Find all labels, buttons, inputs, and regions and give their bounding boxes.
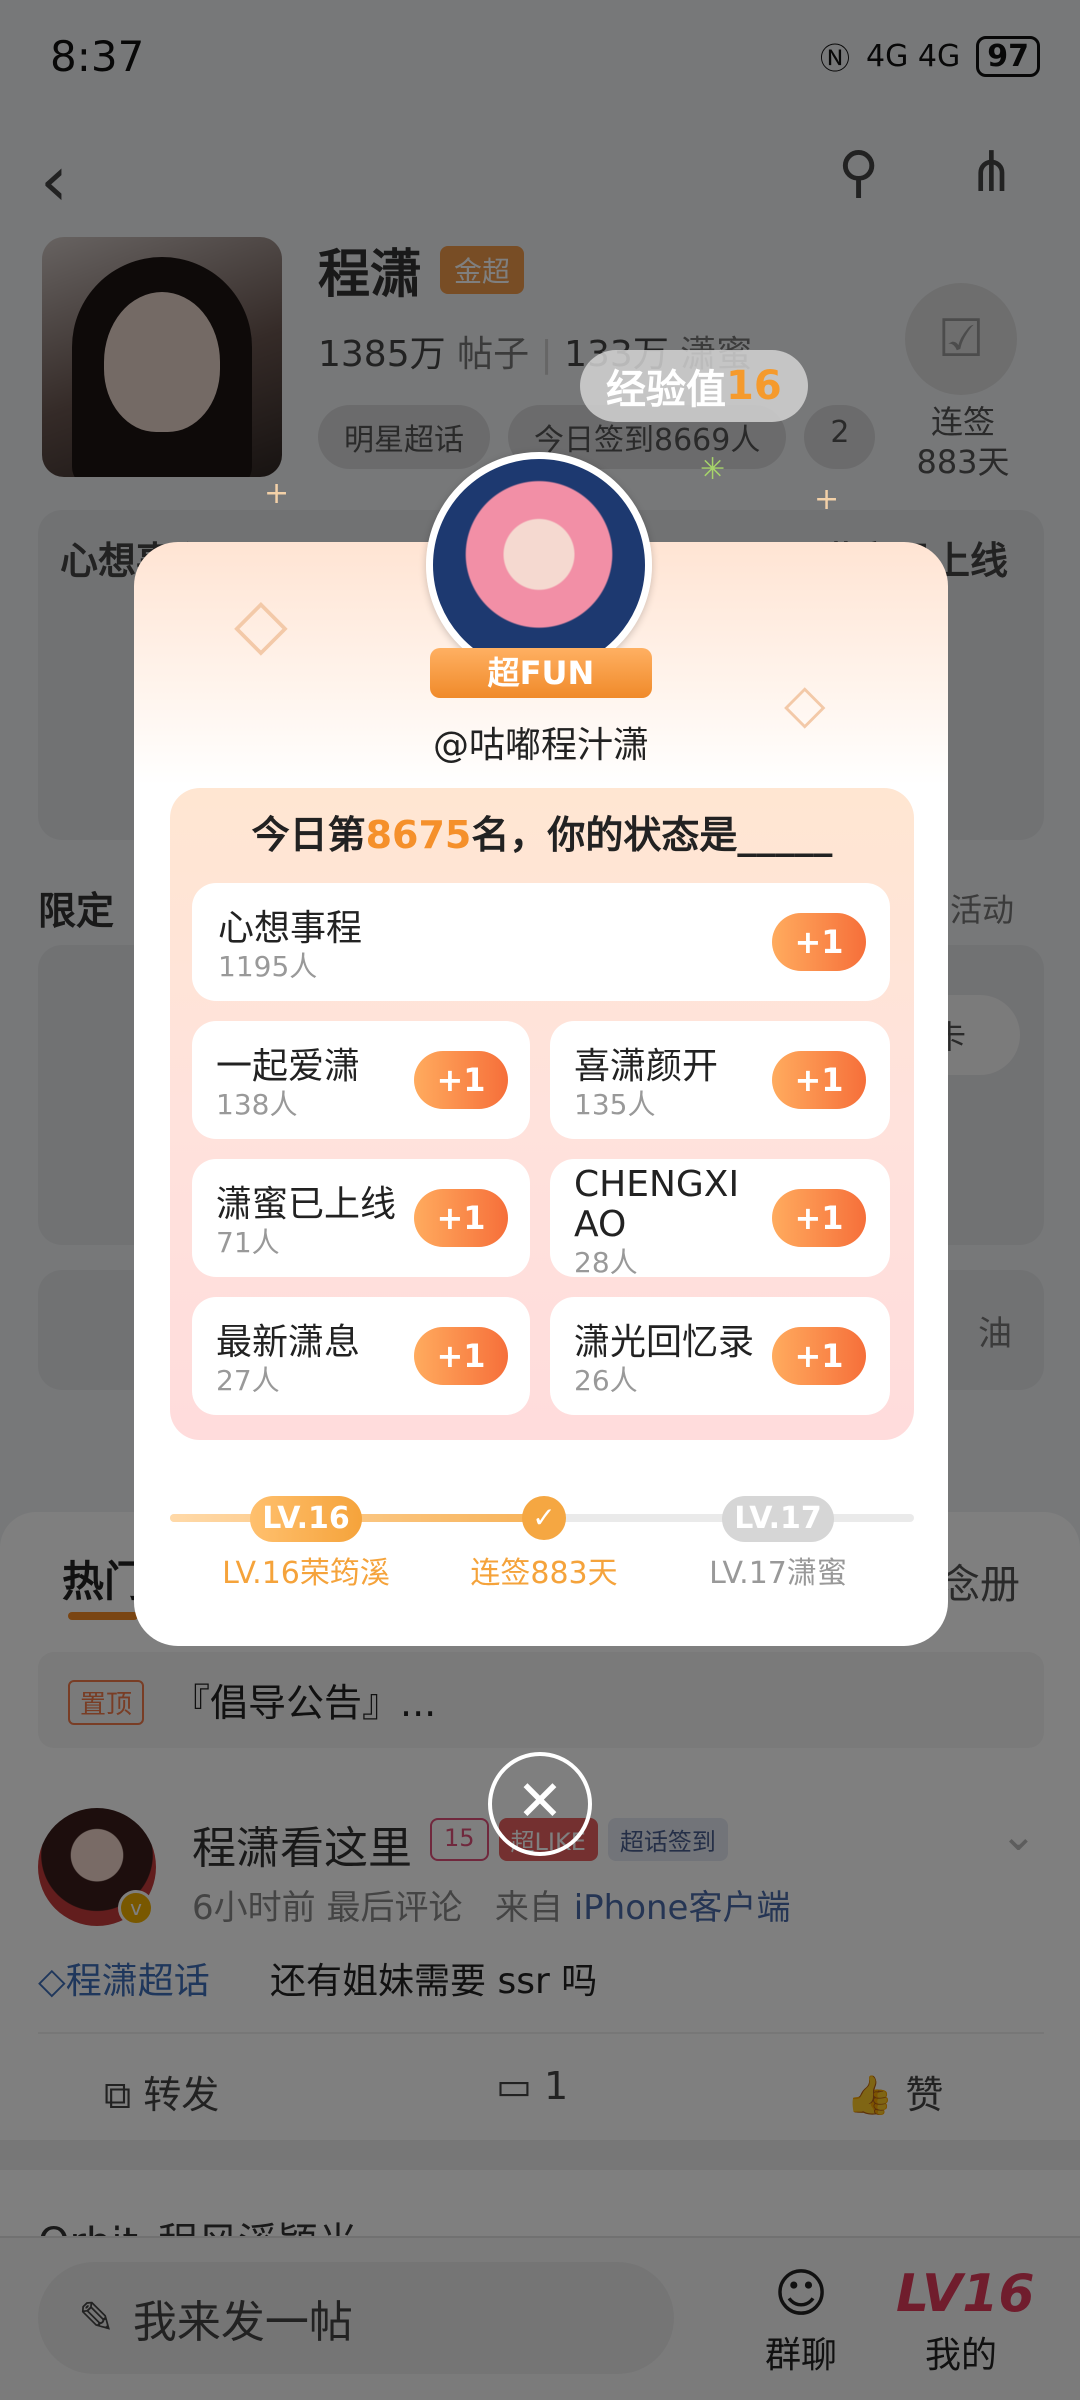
status-option[interactable]: 喜潇颜开 135人 +1: [550, 1021, 890, 1139]
close-icon: ✕: [516, 1769, 564, 1834]
plus-one-button[interactable]: +1: [414, 1051, 508, 1109]
status-option[interactable]: 潇光回忆录 26人 +1: [550, 1297, 890, 1415]
plus-one-button[interactable]: +1: [772, 1189, 866, 1247]
diamond-icon: ◇: [234, 582, 288, 664]
current-level-label: LV.16荣筠溪: [222, 1556, 390, 1591]
exp-pill: 经验值 16: [580, 350, 808, 422]
current-level-pill: LV.16: [250, 1496, 362, 1542]
status-option[interactable]: 最新潇息 27人 +1: [192, 1297, 530, 1415]
close-button[interactable]: ✕: [488, 1752, 592, 1856]
check-icon: ✓: [522, 1496, 566, 1540]
next-level-pill: LV.17: [722, 1496, 834, 1542]
plus-one-button[interactable]: +1: [414, 1189, 508, 1247]
status-option[interactable]: 一起爱潇 138人 +1: [192, 1021, 530, 1139]
status-option[interactable]: CHENGXIAO 28人 +1: [550, 1159, 890, 1279]
sparkle-icon: +: [264, 476, 290, 511]
status-option[interactable]: 潇蜜已上线 71人 +1: [192, 1159, 530, 1277]
sparkle-icon: +: [814, 482, 840, 517]
fun-ribbon: 超FUN: [430, 648, 652, 698]
status-option[interactable]: 心想事程 1195人 +1: [192, 883, 890, 1001]
plus-one-button[interactable]: +1: [772, 1051, 866, 1109]
plus-one-button[interactable]: +1: [772, 1327, 866, 1385]
plus-one-button[interactable]: +1: [414, 1327, 508, 1385]
streak-label: 连签883天: [470, 1556, 618, 1591]
today-rank-text: 今日第8675名，你的状态是_____: [251, 813, 833, 857]
next-level-label: LV.17潇蜜: [709, 1556, 847, 1591]
sparkle-icon: ✳: [700, 452, 726, 487]
modal-handle: @咕嘟程汁潇: [432, 725, 649, 766]
plus-one-button[interactable]: +1: [772, 913, 866, 971]
modal-avatar: [426, 452, 652, 678]
